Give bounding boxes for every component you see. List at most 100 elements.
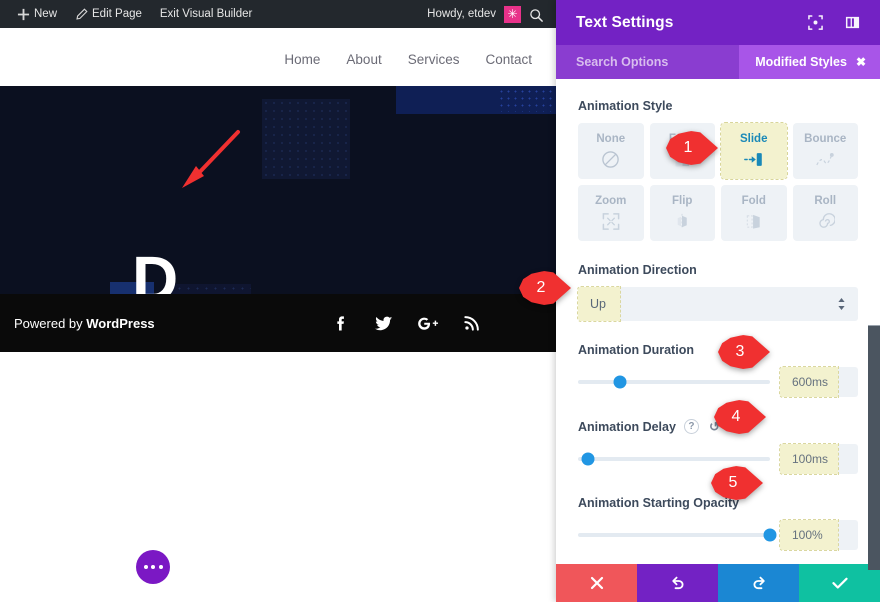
animation-option-slide-label: Slide — [740, 133, 768, 145]
modified-styles-badge[interactable]: Modified Styles ✖ — [739, 45, 880, 79]
animation-option-roll[interactable]: Roll — [792, 185, 858, 241]
animation-direction-select[interactable]: Up — [577, 286, 858, 322]
wp-admin-bar: New Edit Page Exit Visual Builder Howdy,… — [0, 0, 556, 28]
focus-target-icon[interactable] — [808, 15, 823, 30]
plus-icon — [17, 8, 30, 21]
animation-option-fold-label: Fold — [741, 195, 766, 207]
fold-icon — [744, 211, 764, 231]
social-icons — [331, 313, 542, 334]
no-entry-icon — [601, 149, 620, 169]
animation-direction-row: Up — [577, 286, 858, 322]
animation-direction-label: Animation Direction — [578, 263, 697, 277]
animation-opacity-knob[interactable] — [763, 528, 777, 542]
animation-opacity-input[interactable]: 100% — [779, 519, 858, 551]
animation-style-label: Animation Style — [578, 99, 673, 113]
animation-delay-label: Animation Delay — [578, 419, 676, 434]
hero-text-module[interactable]: D — [132, 247, 178, 294]
animation-delay-value: 100ms — [792, 452, 829, 466]
chevron-updown-icon[interactable] — [837, 297, 846, 311]
marker-3-label: 3 — [735, 343, 745, 360]
panel-scrollbar[interactable] — [868, 325, 880, 570]
howdy-greeting[interactable]: Howdy, etdev — [427, 8, 496, 20]
animation-opacity-row: 100% — [578, 519, 858, 551]
animation-option-roll-label: Roll — [814, 195, 837, 207]
close-icon — [590, 576, 603, 590]
marker-4-label: 4 — [731, 408, 741, 425]
screen-root: New Edit Page Exit Visual Builder Howdy,… — [0, 0, 880, 602]
marker-1-label: 1 — [683, 139, 693, 156]
admin-bar-exit-visual-builder[interactable]: Exit Visual Builder — [151, 0, 261, 28]
redo-button[interactable] — [718, 564, 799, 602]
animation-option-flip[interactable]: Flip — [649, 185, 715, 241]
admin-bar-exit-label: Exit Visual Builder — [159, 8, 253, 20]
marker-5: 5 — [711, 466, 763, 500]
animation-delay-slider[interactable] — [578, 452, 770, 466]
animation-delay-input[interactable]: 100ms — [779, 443, 858, 475]
marker-2-label: 2 — [536, 279, 546, 296]
nav-item-about[interactable]: About — [346, 52, 381, 67]
hero-section: D — [0, 86, 556, 294]
annotation-arrow — [182, 130, 240, 188]
animation-duration-slider[interactable] — [578, 375, 770, 389]
animation-direction-value: Up — [590, 297, 606, 311]
undo-icon — [671, 576, 683, 590]
cancel-button[interactable] — [556, 564, 637, 602]
dot-2 — [151, 565, 155, 569]
panel-header-actions — [808, 15, 860, 30]
animation-option-fold[interactable]: Fold — [721, 185, 787, 241]
marker-5-label: 5 — [728, 474, 738, 491]
dot-1 — [143, 565, 148, 569]
dot-3 — [158, 565, 163, 569]
roll-spiral-icon — [816, 211, 835, 231]
animation-option-bounce-label: Bounce — [804, 133, 847, 145]
decor-dots-top-right — [498, 88, 554, 112]
nav-item-contact[interactable]: Contact — [485, 52, 532, 67]
panel-layout-icon[interactable] — [845, 15, 860, 30]
undo-button[interactable] — [637, 564, 718, 602]
check-icon — [831, 577, 848, 589]
animation-opacity-slider[interactable] — [578, 528, 777, 542]
animation-option-none[interactable]: None — [578, 123, 644, 179]
decor-block-center — [262, 99, 350, 179]
animation-style-grid: None Fade Slide — [578, 122, 858, 241]
bounce-icon — [815, 149, 835, 169]
admin-bar-edit-page-label: Edit Page — [92, 8, 142, 20]
animation-option-zoom[interactable]: Zoom — [578, 185, 644, 241]
slide-icon — [743, 149, 765, 169]
panel-header: Text Settings — [556, 0, 880, 45]
site-navigation: Home About Services Contact — [0, 28, 556, 86]
search-options-placeholder[interactable]: Search Options — [576, 55, 668, 69]
powered-by-wordpress[interactable]: WordPress — [86, 316, 154, 331]
admin-bar-new-label: New — [34, 8, 58, 20]
admin-bar-left: New Edit Page Exit Visual Builder — [8, 0, 261, 28]
animation-duration-knob[interactable] — [613, 375, 627, 389]
website-preview: New Edit Page Exit Visual Builder Howdy,… — [0, 0, 556, 602]
animation-duration-input[interactable]: 600ms — [779, 366, 858, 398]
animation-duration-row: 600ms — [578, 366, 858, 398]
flip-icon — [672, 211, 692, 231]
search-icon[interactable] — [529, 8, 543, 22]
close-icon[interactable]: ✖ — [856, 55, 866, 69]
panel-title: Text Settings — [576, 13, 674, 31]
admin-bar-new[interactable]: New — [8, 0, 66, 28]
animation-opacity-value: 100% — [792, 528, 823, 542]
animation-option-slide[interactable]: Slide — [720, 122, 788, 180]
animation-option-flip-label: Flip — [672, 195, 693, 207]
divi-menu-button[interactable] — [136, 550, 170, 584]
panel-footer — [556, 564, 880, 602]
animation-option-bounce[interactable]: Bounce — [792, 123, 858, 179]
facebook-icon[interactable] — [331, 313, 351, 333]
animation-delay-knob[interactable] — [581, 452, 595, 466]
animation-option-zoom-label: Zoom — [595, 195, 627, 207]
rss-icon[interactable] — [462, 313, 482, 333]
twitter-icon[interactable] — [373, 313, 394, 334]
marker-4: 4 — [714, 400, 766, 434]
zoom-expand-icon — [601, 211, 621, 231]
marker-3: 3 — [718, 335, 770, 369]
google-plus-icon[interactable] — [416, 313, 440, 334]
admin-bar-edit-page[interactable]: Edit Page — [66, 0, 151, 28]
nav-item-services[interactable]: Services — [408, 52, 460, 67]
nav-item-home[interactable]: Home — [284, 52, 320, 67]
avatar[interactable]: ✳ — [504, 5, 521, 23]
question-mark-icon[interactable]: ? — [683, 419, 699, 434]
